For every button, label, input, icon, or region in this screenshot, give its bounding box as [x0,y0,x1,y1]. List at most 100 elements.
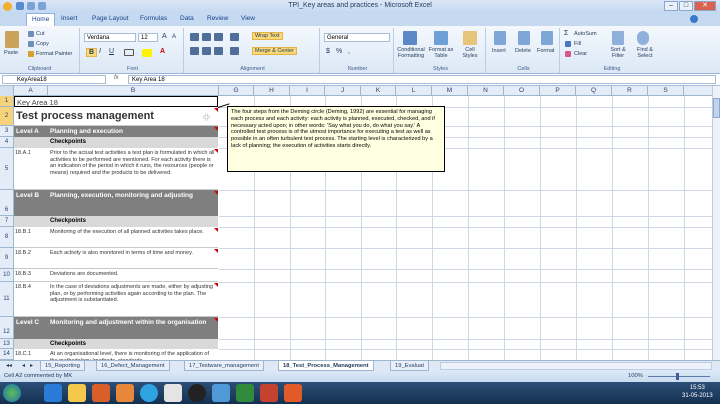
cell-b12[interactable]: Monitoring and adjustment within the org… [48,317,218,339]
shrink-font-icon[interactable]: A [172,34,176,40]
sheet-nav-first-icon[interactable]: ◂◂ [2,361,16,371]
align-bottom-icon[interactable] [214,33,223,41]
zoom-slider[interactable] [648,376,710,377]
delete-button[interactable]: Delete [515,48,531,54]
sort-filter-button[interactable]: Sort & Filter [606,47,630,59]
row-header-12[interactable]: 12 [0,317,14,339]
formula-input[interactable]: Key Area 18 [128,75,716,84]
fill-color-icon[interactable] [142,49,152,57]
format-as-table-button[interactable]: Format as Table [427,47,455,59]
start-button-icon[interactable] [3,384,21,402]
insert-button[interactable]: Insert [492,48,506,54]
app-icon[interactable] [116,384,134,402]
help-icon[interactable] [690,15,698,23]
number-format-box[interactable]: General [324,33,390,42]
sheet-tab-18[interactable]: 18_Test_Process_Management [278,361,374,371]
clear-button[interactable]: Clear [574,51,587,57]
tab-insert[interactable]: Insert [61,15,77,22]
italic-button[interactable]: I [99,48,101,55]
cell-a11[interactable]: 18.B.4 [14,282,48,317]
column-header-g[interactable]: G [219,86,254,96]
skype-icon[interactable] [140,384,158,402]
font-size-box[interactable]: 12 [138,33,158,42]
cell-a2[interactable]: Test process management [14,107,218,126]
close-button[interactable]: ✕ [694,1,716,11]
scroll-thumb[interactable] [713,98,720,118]
row-header-11[interactable]: 11 [0,282,14,317]
cell-b9[interactable]: Each activity is also monitored in terms… [48,248,218,269]
name-box[interactable]: KeyArea18 [2,75,106,84]
merge-center-button[interactable]: Merge & Center [252,47,297,55]
column-header-s[interactable]: S [648,86,684,96]
format-button[interactable]: Format [537,48,554,54]
cell-comment-note[interactable]: The four steps from the Deming circle (D… [227,106,445,172]
maximize-button[interactable]: □ [679,1,693,11]
media-player-icon[interactable] [92,384,110,402]
cell-a3[interactable]: Level A [14,126,48,137]
cell-b14[interactable]: At an organisational level, there is mon… [48,349,218,360]
align-middle-icon[interactable] [202,33,211,41]
cell-a12[interactable]: Level C [14,317,48,339]
column-header-r[interactable]: R [612,86,648,96]
row-header-14[interactable]: 14 [0,349,14,360]
sheet-tab-17[interactable]: 17_Testware_management [184,361,264,371]
column-header-a[interactable]: A [14,86,48,96]
bold-button[interactable]: B [86,48,98,57]
cell-b3[interactable]: Planning and execution [48,126,218,137]
row-header-7[interactable]: 7 [0,216,14,227]
column-header-l[interactable]: L [396,86,432,96]
row-header-10[interactable]: 10 [0,269,14,282]
format-painter-button[interactable]: Format Painter [36,51,72,57]
grow-font-icon[interactable]: A [162,33,167,40]
column-header-i[interactable]: I [290,86,325,96]
cell-b10[interactable]: Deviations are documented. [48,269,218,282]
powerpoint-icon[interactable] [260,384,278,402]
tab-formulas[interactable]: Formulas [140,15,167,22]
cell-b6[interactable]: Planning, execution, monitoring and adju… [48,190,218,216]
cell-b13[interactable]: Checkpoints [48,339,218,349]
tab-page-layout[interactable]: Page Layout [92,15,129,22]
row-header-8[interactable]: 8 [0,227,14,248]
cell-a7[interactable] [14,216,48,227]
row-header-6[interactable]: 6 [0,190,14,216]
align-top-icon[interactable] [190,33,199,41]
wrap-text-button[interactable]: Wrap Text [252,32,283,40]
cut-button[interactable]: Cut [36,31,45,37]
horizontal-scrollbar[interactable] [440,362,712,370]
cell-b5[interactable]: Prior to the actual test activities a te… [48,148,218,190]
zoom-slider-thumb[interactable] [676,373,679,380]
row-header-3[interactable]: 3 [0,126,14,137]
tab-data[interactable]: Data [180,15,194,22]
cell-a6[interactable]: Level B [14,190,48,216]
fill-button[interactable]: Fill [574,41,581,47]
cell-a9[interactable]: 18.B.2 [14,248,48,269]
sheet-tab-16[interactable]: 16_Defect_Management [96,361,170,371]
align-center-icon[interactable] [202,47,211,55]
column-header-p[interactable]: P [540,86,576,96]
column-header-h[interactable]: H [254,86,290,96]
sheet-tab-15[interactable]: 15_Reporting [40,361,85,371]
paint-icon[interactable] [212,384,230,402]
row-header-1[interactable]: 1 [0,96,14,107]
chrome-icon[interactable] [164,384,182,402]
cell-a8[interactable]: 18.B.1 [14,227,48,248]
sheet-tab-19[interactable]: 19_Evaluat [390,361,430,371]
column-header-o[interactable]: O [504,86,540,96]
row-header-13[interactable]: 13 [0,339,14,349]
tab-view[interactable]: View [241,15,255,22]
cell-a14[interactable]: 18.C.1 [14,349,48,360]
select-all-corner[interactable] [0,86,14,96]
orientation-icon[interactable] [230,33,239,41]
conditional-formatting-button[interactable]: Conditional Formatting [396,47,426,59]
minimize-button[interactable]: – [664,1,678,11]
vertical-scrollbar[interactable] [712,86,720,360]
underline-button[interactable]: U [109,48,114,55]
column-header-k[interactable]: K [361,86,396,96]
comma-button[interactable]: , [348,48,350,55]
paste-icon[interactable] [5,31,19,48]
font-color-icon[interactable]: A [160,48,165,55]
indent-icon[interactable] [230,47,239,55]
row-header-4[interactable]: 4 [0,137,14,148]
row-header-5[interactable]: 5 [0,148,14,190]
font-name-box[interactable]: Verdana [84,33,136,42]
